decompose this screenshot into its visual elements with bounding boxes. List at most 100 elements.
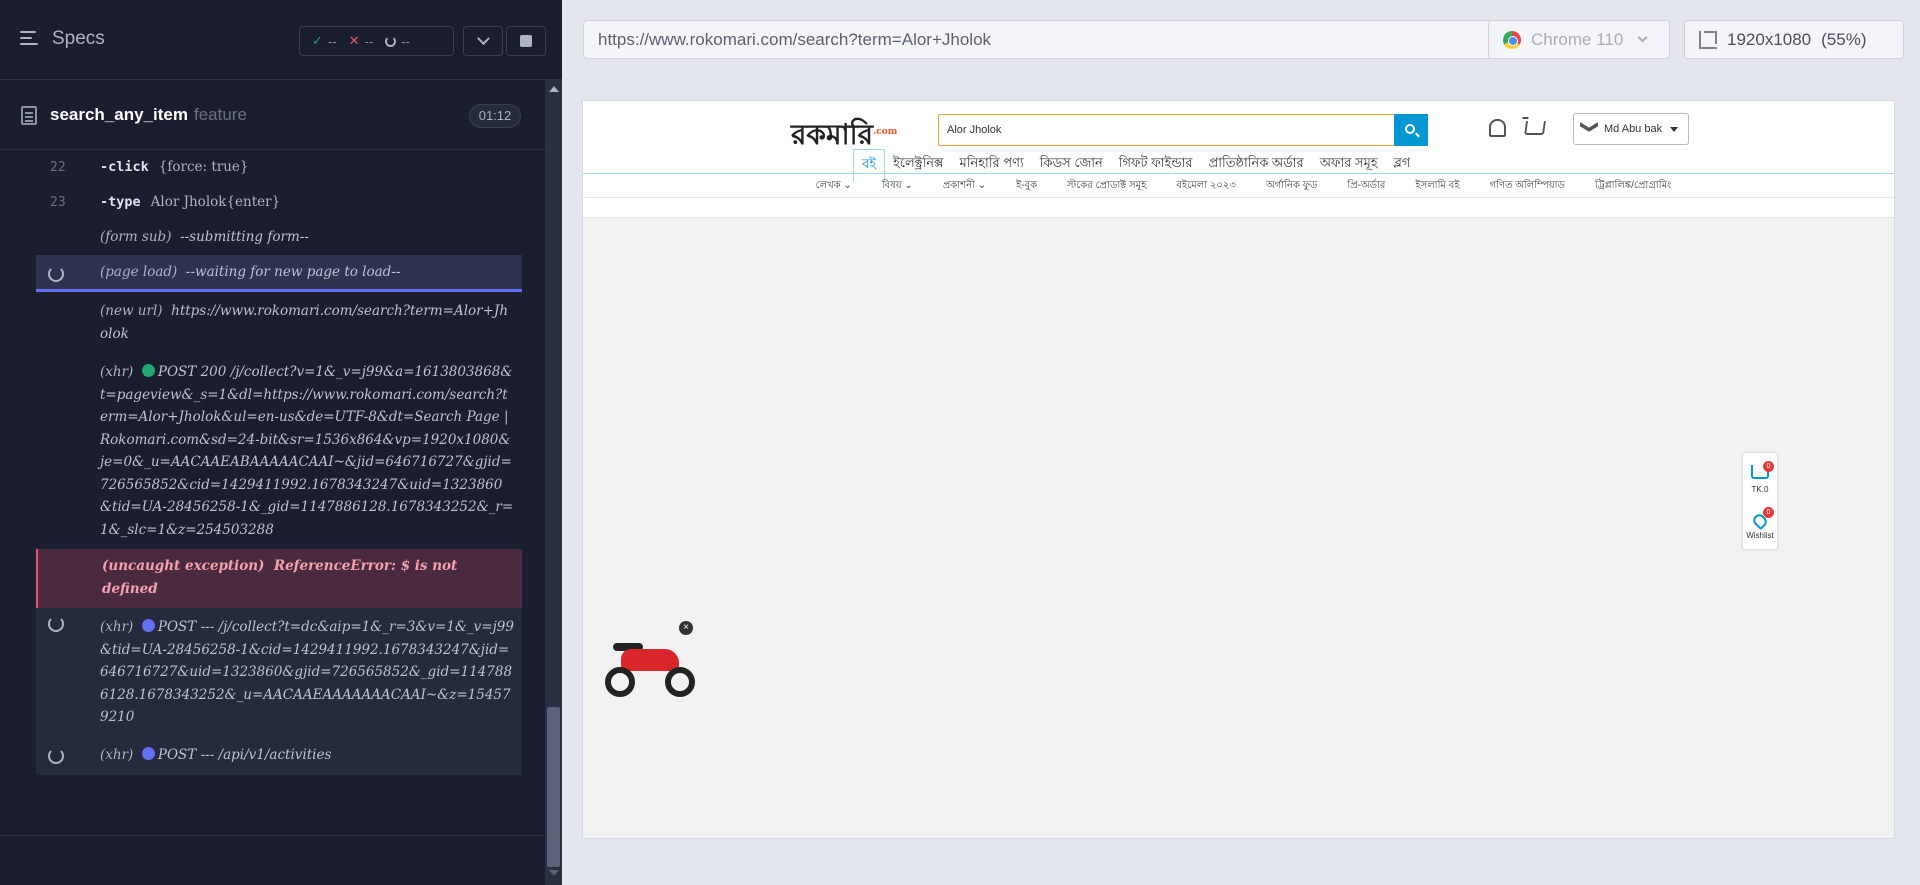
- event-message: POST --- /j/collect?t=dc&aip=1&_r=3&v=1&…: [100, 619, 514, 725]
- site-viewport: রকমারি.com Alor Jholok Md Abu bak বই ইলে…: [582, 100, 1895, 839]
- event-label: (new url): [100, 303, 163, 319]
- site-header: রকমারি.com Alor Jholok Md Abu bak বই ইলে…: [583, 101, 1894, 218]
- logo-text: রকমারি: [791, 118, 874, 151]
- caret-down-icon: [1670, 126, 1679, 132]
- spec-file-ext: feature: [193, 105, 247, 124]
- user-name: Md Abu bak: [1604, 123, 1663, 135]
- event-message: --submitting form--: [180, 229, 309, 245]
- subnav-item[interactable]: ট্রিপ্লালিঙ্ক/প্রোগ্রামিং: [1595, 174, 1672, 198]
- event-message: --waiting for new page to load--: [185, 264, 401, 280]
- logo-suffix: .com: [873, 127, 898, 137]
- x-icon: ✕: [348, 33, 360, 48]
- event-xhr-pending[interactable]: (xhr) POST --- /j/collect?t=dc&aip=1&_r=…: [36, 608, 522, 737]
- specs-button[interactable]: Specs: [20, 28, 105, 50]
- passed-stat: ✓ --: [312, 33, 337, 49]
- menu-icon: [20, 30, 42, 48]
- pending-stat: --: [385, 34, 410, 49]
- app-under-test-panel: https://www.rokomari.com/search?term=Alo…: [562, 0, 1920, 885]
- cart-total: TK.0: [1751, 485, 1769, 494]
- ad-image-part: [665, 667, 695, 697]
- viewport-size: 1920x1080: [1727, 29, 1812, 49]
- document-icon: [21, 106, 37, 125]
- event-form-sub[interactable]: (form sub) --submitting form--: [36, 220, 522, 255]
- loading-spinner-icon: [48, 266, 64, 282]
- subnav-item[interactable]: প্রকাশনী ⌄: [943, 174, 986, 198]
- event-xhr[interactable]: (xhr) POST 200 /j/collect?v=1&_v=j99&a=1…: [36, 353, 522, 549]
- status-pending-icon: [141, 746, 155, 760]
- user-menu[interactable]: Md Abu bak: [1573, 113, 1689, 145]
- collapse-button[interactable]: [463, 26, 503, 56]
- url-bar[interactable]: https://www.rokomari.com/search?term=Alo…: [583, 20, 1494, 59]
- sub-nav: লেখক ⌄ বিষয় ⌄ প্রকাশনী ⌄ ই-বুক স্টকের প…: [583, 174, 1894, 198]
- reporter-header: Specs ✓ -- ✕ -- --: [0, 0, 562, 80]
- subnav-item[interactable]: ই-বুক: [1016, 174, 1037, 198]
- event-xhr-activities[interactable]: (xhr) POST --- /api/v1/activities: [36, 736, 522, 775]
- browser-selector[interactable]: Chrome 110: [1488, 20, 1670, 59]
- event-label: (form sub): [100, 229, 172, 245]
- event-label: (xhr): [100, 619, 134, 635]
- motorcycle-ad[interactable]: ×: [603, 621, 699, 701]
- viewport-scale: (55%): [1821, 29, 1867, 49]
- search-box: Alor Jholok: [938, 114, 1428, 146]
- viewport-info[interactable]: 1920x1080 (55%): [1684, 20, 1904, 59]
- failed-stat: ✕ --: [349, 33, 374, 49]
- cypress-reporter: Specs ✓ -- ✕ -- -- search_any_item feature …: [0, 0, 562, 885]
- spec-file-name: search_any_item: [50, 105, 188, 124]
- subnav-item[interactable]: বিষয় ⌄: [882, 174, 913, 198]
- test-stats: ✓ -- ✕ -- --: [299, 26, 454, 56]
- divider: [583, 197, 1894, 198]
- cart-count-badge: 0: [1763, 461, 1774, 472]
- loading-spinner-icon: [48, 616, 64, 632]
- event-message: POST 200 /j/collect?v=1&_v=j99&a=1613803…: [100, 364, 514, 538]
- scrollbar-thumb[interactable]: [547, 707, 560, 867]
- wishlist-count-badge: 0: [1763, 507, 1774, 518]
- specs-label: Specs: [52, 28, 105, 49]
- event-message: POST --- /api/v1/activities: [157, 746, 332, 763]
- passed-count: --: [327, 33, 337, 49]
- scroll-up-icon[interactable]: [549, 86, 559, 92]
- search-icon: [1405, 124, 1415, 134]
- event-label: (xhr): [100, 746, 134, 763]
- failed-count: --: [364, 33, 374, 49]
- subnav-item[interactable]: অর্গানিক ফুড: [1266, 174, 1317, 198]
- status-pending-icon: [141, 619, 155, 632]
- pending-count: --: [401, 33, 410, 49]
- user-avatar-icon: [1580, 122, 1598, 132]
- cart-icon[interactable]: [1524, 121, 1546, 135]
- event-label: (uncaught exception): [102, 558, 265, 574]
- command-name: -type: [100, 194, 141, 210]
- event-label: (xhr): [100, 364, 134, 380]
- subnav-item[interactable]: প্রি-অর্ডার: [1347, 174, 1385, 198]
- scroll-down-icon[interactable]: [549, 870, 559, 876]
- command-click[interactable]: 22 -click {force: true}: [36, 150, 522, 185]
- bell-icon[interactable]: [1489, 119, 1506, 137]
- spec-header[interactable]: search_any_item feature 01:12: [0, 80, 545, 150]
- close-icon[interactable]: ×: [679, 621, 693, 635]
- event-new-url[interactable]: (new url) https://www.rokomari.com/searc…: [36, 292, 522, 353]
- divider: [0, 835, 545, 836]
- search-button[interactable]: [1394, 114, 1428, 146]
- wishlist-label[interactable]: Wishlist: [1743, 531, 1777, 540]
- check-icon: ✓: [312, 33, 323, 48]
- event-label: (page load): [100, 264, 178, 280]
- stop-button[interactable]: [506, 26, 546, 56]
- chevron-down-icon: [476, 31, 490, 45]
- ad-image-part: [621, 649, 679, 671]
- event-page-load[interactable]: (page load) --waiting for new page to lo…: [36, 255, 522, 292]
- loading-spinner-icon: [48, 747, 64, 764]
- chrome-icon: [1503, 30, 1521, 49]
- subnav-item[interactable]: বইমেলা ২০২৩: [1176, 174, 1235, 198]
- command-type[interactable]: 23 -type Alor Jholok{enter}: [36, 185, 522, 220]
- subnav-item[interactable]: ইসলামি বই: [1415, 174, 1459, 198]
- ad-image-part: [605, 667, 635, 697]
- stop-icon: [520, 35, 532, 47]
- command-name: -click: [100, 159, 149, 175]
- subnav-item[interactable]: গণিত অলিম্পিয়াড: [1490, 174, 1565, 198]
- command-number: 23: [50, 195, 66, 210]
- viewport-icon: [1699, 30, 1717, 49]
- subnav-item[interactable]: লেখক ⌄: [816, 174, 852, 198]
- subnav-item[interactable]: স্টকের প্রোডাক্ট সমূহ: [1067, 174, 1146, 198]
- event-uncaught-exception[interactable]: (uncaught exception) ReferenceError: $ i…: [36, 549, 522, 608]
- search-input[interactable]: Alor Jholok: [947, 115, 1001, 145]
- command-number: 22: [50, 160, 66, 175]
